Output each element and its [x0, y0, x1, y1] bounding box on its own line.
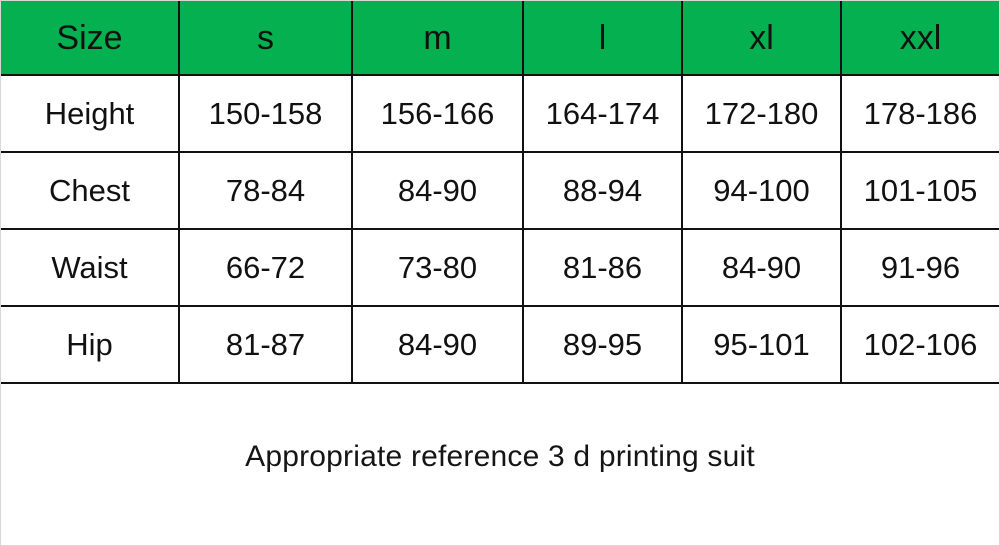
cell-chest-s: 78-84: [178, 151, 353, 230]
cell-hip-m: 84-90: [351, 305, 524, 384]
cell-waist-xxl: 91-96: [840, 228, 999, 307]
column-header-m: m: [351, 1, 524, 76]
table-row: Hip 81-87 84-90 89-95 95-101 102-106: [1, 305, 999, 384]
table-row: Waist 66-72 73-80 81-86 84-90 91-96: [1, 228, 999, 307]
cell-height-xl: 172-180: [681, 74, 842, 153]
column-header-s: s: [178, 1, 353, 76]
cell-height-m: 156-166: [351, 74, 524, 153]
column-header-l: l: [522, 1, 683, 76]
cell-height-l: 164-174: [522, 74, 683, 153]
cell-height-s: 150-158: [178, 74, 353, 153]
cell-waist-xl: 84-90: [681, 228, 842, 307]
footer-note: Appropriate reference 3 d printing suit: [1, 384, 999, 545]
cell-height-xxl: 178-186: [840, 74, 999, 153]
cell-waist-s: 66-72: [178, 228, 353, 307]
cell-hip-xl: 95-101: [681, 305, 842, 384]
footer-note-text: Appropriate reference 3 d printing suit: [245, 440, 755, 473]
row-label-waist: Waist: [1, 228, 180, 307]
table-row: Chest 78-84 84-90 88-94 94-100 101-105: [1, 151, 999, 230]
table-header-row: Size s m l xl xxl: [1, 1, 999, 76]
column-header-size: Size: [1, 1, 180, 76]
cell-hip-l: 89-95: [522, 305, 683, 384]
row-label-hip: Hip: [1, 305, 180, 384]
cell-waist-l: 81-86: [522, 228, 683, 307]
column-header-xxl: xxl: [840, 1, 999, 76]
cell-chest-xxl: 101-105: [840, 151, 999, 230]
size-chart-table: Size s m l xl xxl Height 150-158 156-166…: [1, 1, 999, 384]
size-chart-page: Size s m l xl xxl Height 150-158 156-166…: [0, 0, 1000, 546]
column-header-xl: xl: [681, 1, 842, 76]
cell-chest-xl: 94-100: [681, 151, 842, 230]
cell-hip-s: 81-87: [178, 305, 353, 384]
cell-waist-m: 73-80: [351, 228, 524, 307]
cell-hip-xxl: 102-106: [840, 305, 999, 384]
cell-chest-m: 84-90: [351, 151, 524, 230]
row-label-height: Height: [1, 74, 180, 153]
table-row: Height 150-158 156-166 164-174 172-180 1…: [1, 74, 999, 153]
cell-chest-l: 88-94: [522, 151, 683, 230]
row-label-chest: Chest: [1, 151, 180, 230]
